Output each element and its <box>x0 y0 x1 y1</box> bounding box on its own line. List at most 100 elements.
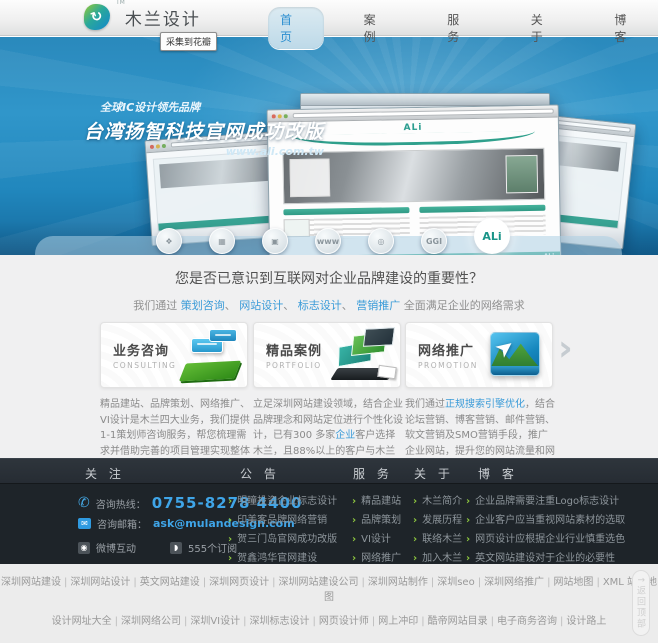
nav-item-services[interactable]: 服 务 <box>435 7 491 49</box>
separator: | <box>272 577 276 588</box>
page: ↻ TM木兰设计 首 页 案 例 服 务 关 于 博 客 采集到花瓣 全球IC设… <box>0 0 658 643</box>
footer-blog-link[interactable]: › 企业客户应当重视网站素材的选取 <box>466 511 625 530</box>
footer-link[interactable]: 深圳网站建设 <box>1 577 61 588</box>
footer-announcement-link[interactable]: › 贺三门岛官网成功改版 <box>228 530 337 549</box>
footer-service-link[interactable]: › 精品建站 <box>352 492 401 511</box>
screen-shape <box>362 327 396 347</box>
card-promotion[interactable]: 网络推广 PROMOTION ➤ <box>405 322 553 388</box>
separator: | <box>596 577 600 588</box>
desc-link[interactable]: 正规搜索引擎优化 <box>445 399 525 410</box>
header: ↻ TM木兰设计 首 页 案 例 服 务 关 于 博 客 <box>0 0 658 49</box>
footer-link[interactable]: 电子商务咨询 <box>497 616 557 627</box>
nav-item-home[interactable]: 首 页 <box>268 7 324 49</box>
nav-item-about[interactable]: 关 于 <box>519 7 575 49</box>
banner-url: www.ali.com.tw <box>225 145 325 158</box>
mulan-logo-icon: ↻ <box>84 4 110 30</box>
footer-link[interactable]: 设计路上 <box>566 616 606 627</box>
footer-blog-link[interactable]: › 网页设计应根据企业行业慎重选色 <box>466 530 625 549</box>
trademark-label: TM <box>116 0 125 6</box>
footer-announcement-link[interactable]: › 印美客品牌网络营销 <box>228 511 337 530</box>
weibo-link[interactable]: 微博互动 <box>96 540 136 555</box>
footer-link[interactable]: 深圳VI设计 <box>190 616 240 627</box>
section-subtitle: 我们通过 策划咨询、 网站设计、 标志设计、 营销推广 全面满足企业的网络需求 <box>0 297 658 313</box>
photo-card-shape <box>377 364 397 380</box>
client-logo-2[interactable]: ▦ <box>209 228 235 254</box>
footer-link[interactable]: 网页设计师 <box>319 616 369 627</box>
logo[interactable]: ↻ TM木兰设计 <box>84 0 201 30</box>
footer-announcement-link[interactable]: › 明瞳投资企业标志设计 <box>228 492 337 511</box>
footer-heading-announcements: 公 告 <box>240 467 280 481</box>
footer-heading-follow: 关 注 <box>85 467 125 481</box>
client-logo-carousel: ❖ ▦ ▣ www ◎ GGI ALi <box>156 218 510 254</box>
footer-blog-link[interactable]: › 企业品牌需要注重Logo标志设计 <box>466 492 625 511</box>
chevron-right-icon: › <box>228 515 233 526</box>
chevron-right-icon: › <box>466 534 471 545</box>
footer-link[interactable]: 深圳网站制作 <box>368 577 428 588</box>
logo-text: TM木兰设计 <box>116 0 201 30</box>
footer-link[interactable]: 深圳网络推广 <box>484 577 544 588</box>
footer-about-link[interactable]: › 发展历程 <box>413 511 462 530</box>
seo-links-row-1: 深圳网站建设 | 深圳网站设计 | 英文网站建设 | 深圳网页设计 | 深圳网站建设公司 | 深圳网… <box>0 573 658 603</box>
intro-link[interactable]: 标志设计 <box>298 299 342 312</box>
separator: | <box>202 577 207 588</box>
client-logo-1[interactable]: ❖ <box>156 228 182 254</box>
chevron-right-icon: › <box>228 496 233 507</box>
card-portfolio[interactable]: 精品案例 PORTFOLIO <box>253 322 401 388</box>
intro-link[interactable]: 营销推广 <box>356 299 400 312</box>
footer-link[interactable]: 英文网站建设 <box>140 577 200 588</box>
client-logo-4[interactable]: www <box>315 228 341 254</box>
huaban-collect-button[interactable]: 采集到花瓣 <box>160 32 218 51</box>
speech-bubble-shape <box>209 329 237 342</box>
footer-link[interactable]: 酷帝网站目录 <box>428 616 488 627</box>
carousel-next-icon[interactable]: › <box>558 331 573 367</box>
desc-link[interactable]: 企业 <box>335 430 355 441</box>
client-logo-3[interactable]: ▣ <box>262 228 288 254</box>
chevron-right-icon: › <box>352 515 357 526</box>
footer-heading-about: 关 于 <box>414 467 454 481</box>
separator: | <box>477 577 482 588</box>
speech-bubbles-icon <box>177 326 245 384</box>
hero-banner[interactable]: 全球IC设计领先品牌 台湾扬智科技官网成功改版 www.ali.com.tw A <box>0 37 658 255</box>
screens-stack-icon <box>330 326 398 384</box>
footer-link[interactable]: 深圳网页设计 <box>209 577 269 588</box>
client-logo-ali-active[interactable]: ALi <box>474 218 510 254</box>
email-label: 咨询邮箱： <box>97 520 147 531</box>
separator: | <box>312 616 316 627</box>
footer-link[interactable]: 深圳标志设计 <box>250 616 310 627</box>
banner-title: 台湾扬智科技官网成功改版 <box>84 121 325 143</box>
footer-link[interactable]: 深圳seo <box>437 577 474 588</box>
mini-hero-panel <box>289 158 331 198</box>
nav-item-blog[interactable]: 博 客 <box>602 7 658 49</box>
footer-link[interactable]: 网上冲印 <box>378 616 418 627</box>
separator: | <box>421 616 425 627</box>
footer-service-link[interactable]: › 品牌策划 <box>352 511 401 530</box>
footer-link[interactable]: 网站地图 <box>553 577 593 588</box>
social-row: ◉ 微博互动 ◗ 555个订阅 <box>78 540 237 555</box>
chevron-right-icon: › <box>228 534 233 545</box>
footer-link[interactable]: 深圳网站设计 <box>70 577 130 588</box>
footer-link[interactable]: 深圳网站建设公司 <box>278 577 358 588</box>
client-logo-5[interactable]: ◎ <box>368 228 394 254</box>
footer-link[interactable]: 设计网址大全 <box>52 616 112 627</box>
client-logo-6[interactable]: GGI <box>421 228 447 254</box>
nav-item-cases[interactable]: 案 例 <box>352 7 408 49</box>
footer-services-column: › 精品建站 › 品牌策划 › VI设计 › 网络推广 <box>352 492 401 568</box>
intro-link[interactable]: 网站设计 <box>239 299 283 312</box>
card-title: 精品案例 <box>266 344 323 359</box>
footer-about-link[interactable]: › 联络木兰 <box>413 530 462 549</box>
intro-link[interactable]: 策划咨询 <box>181 299 225 312</box>
chevron-right-icon: › <box>413 515 418 526</box>
footer-heading-services: 服 务 <box>353 467 393 481</box>
footer-heading-blog: 博 客 <box>478 467 518 481</box>
footer-service-link[interactable]: › VI设计 <box>352 530 401 549</box>
separator: | <box>243 616 247 627</box>
intro-links: 策划咨询、 网站设计、 标志设计、 营销推广 <box>181 299 401 312</box>
footer-about-link[interactable]: › 木兰简介 <box>413 492 462 511</box>
back-to-top-button[interactable]: ↑返回顶部 <box>632 570 650 636</box>
mini-column-header <box>419 204 546 213</box>
footer-link[interactable]: 深圳网络公司 <box>121 616 181 627</box>
card-text: 业务咨询 CONSULTING <box>101 340 177 370</box>
card-title: 业务咨询 <box>113 344 170 359</box>
footer-blog-column: › 企业品牌需要注重Logo标志设计 › 企业客户应当重视网站素材的选取 › 网页设计… <box>466 492 625 568</box>
card-consulting[interactable]: 业务咨询 CONSULTING <box>100 322 248 388</box>
